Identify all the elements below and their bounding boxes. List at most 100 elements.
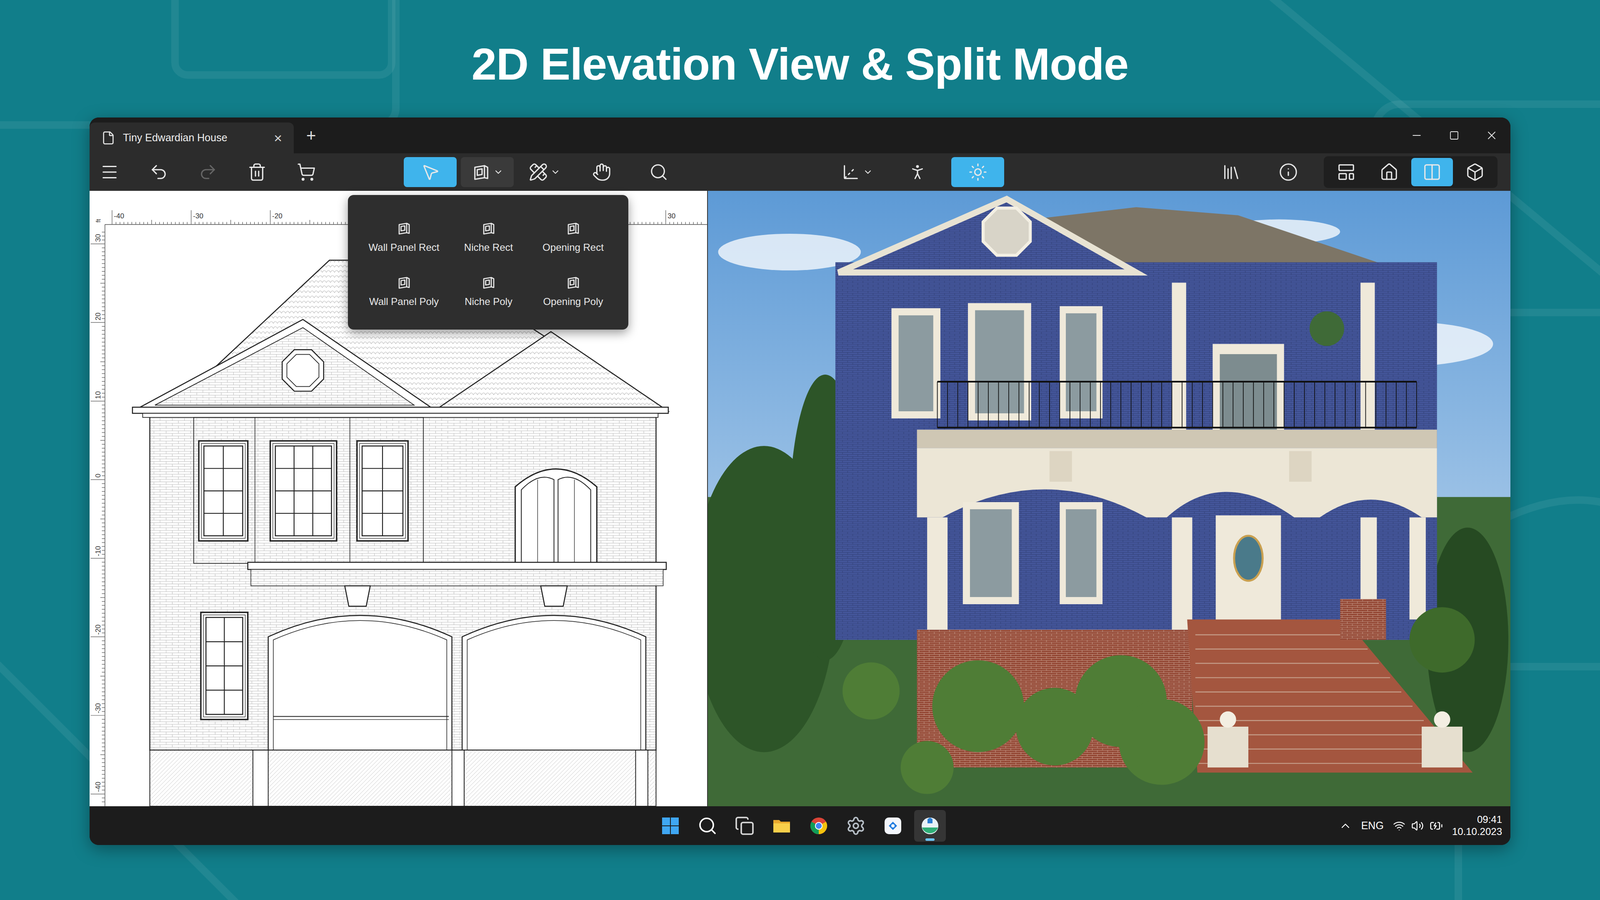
minimize-icon (1410, 129, 1423, 142)
wall-panel-menu-item[interactable]: Opening Poly (530, 265, 616, 320)
elevation-view-icon (1379, 162, 1399, 182)
wall-panel-icon (565, 275, 581, 290)
ruler-label: -20 (272, 211, 283, 220)
page-title-area: 2D Elevation View & Split Mode (0, 0, 1600, 118)
chevron-down-icon (493, 167, 504, 178)
split-view: -40-30-20303020100-10-20-30-40ftWall Pan… (89, 190, 1511, 807)
document-icon (101, 130, 116, 145)
file-explorer-icon (771, 815, 792, 836)
wall-panel-menu-item[interactable]: Niche Rect (446, 210, 531, 265)
delete-icon (247, 162, 267, 182)
select-button[interactable] (403, 157, 457, 188)
clock-time: 09:41 (1477, 813, 1503, 826)
right-tools (1208, 156, 1498, 188)
camera-button[interactable] (830, 157, 884, 188)
wall-panel-menu-item[interactable]: Opening Rect (530, 210, 616, 265)
walkthrough-icon (907, 162, 928, 182)
plan-view-icon (1336, 162, 1356, 182)
wall-panel-icon (481, 220, 497, 236)
plan-view-button[interactable] (1325, 157, 1368, 187)
task-view-taskbar-button[interactable] (728, 810, 761, 842)
taskbar: ENG 09:4110.10.2023 (89, 806, 1511, 845)
clock[interactable]: 09:4110.10.2023 (1452, 813, 1503, 838)
tray-status[interactable] (1392, 819, 1443, 833)
minimize-button[interactable] (1397, 117, 1436, 154)
document-tab[interactable]: Tiny Edwardian House × (89, 122, 294, 154)
zoom-icon (649, 162, 669, 182)
battery-icon (1429, 819, 1443, 833)
foundation-drawing (150, 750, 657, 807)
undo-icon (149, 162, 169, 182)
wall-panel-icon (471, 162, 491, 182)
ruler-label: -30 (192, 211, 204, 220)
clock-date: 10.10.2023 (1452, 825, 1503, 838)
measure-button[interactable] (517, 157, 571, 188)
wall-panel-menu-item[interactable]: Niche Poly (446, 265, 531, 320)
3d-view-icon (1465, 162, 1485, 182)
elevation-view-button[interactable] (1368, 157, 1410, 187)
undo-button[interactable] (138, 157, 179, 188)
3d-view-button[interactable] (1454, 157, 1496, 187)
redo-button[interactable] (187, 157, 228, 188)
ruler-label: 30 (667, 211, 676, 220)
menu-item-label: Niche Rect (464, 240, 513, 255)
store-taskbar-button[interactable] (877, 810, 909, 842)
balcony-drawing (247, 562, 667, 751)
menu-button[interactable] (89, 157, 130, 188)
close-icon (1485, 128, 1499, 143)
language-indicator[interactable]: ENG (1361, 817, 1384, 834)
measure-icon (528, 162, 548, 182)
delete-button[interactable] (237, 157, 278, 188)
edit-tools (89, 157, 327, 188)
window-drawing (198, 440, 248, 541)
settings-taskbar-button[interactable] (840, 810, 872, 842)
store-icon (882, 815, 903, 836)
info-button[interactable] (1265, 157, 1312, 188)
pan-icon (592, 162, 612, 182)
wall-panel-menu-item[interactable]: Wall Panel Rect (361, 210, 447, 265)
walkthrough-button[interactable] (890, 157, 944, 188)
house-elevation (132, 260, 669, 751)
split-view-icon (1422, 162, 1442, 182)
maximize-icon (1449, 130, 1460, 141)
lighting-button[interactable] (951, 157, 1005, 188)
start-icon (660, 815, 681, 836)
wall-panel-menu: Wall Panel Rect Niche Rect Opening Rect Wal… (347, 195, 629, 330)
units-label: ft (95, 219, 102, 223)
3d-render-view[interactable] (707, 190, 1511, 807)
chevron-down-icon (550, 167, 561, 178)
search-taskbar-button[interactable] (691, 810, 724, 842)
home-design-app-taskbar-button[interactable] (914, 810, 946, 842)
panel-tools (1208, 157, 1312, 188)
ruler-label: -40 (113, 211, 125, 220)
menu-item-label: Wall Panel Poly (369, 294, 439, 310)
zoom-button[interactable] (632, 157, 685, 188)
file-explorer-taskbar-button[interactable] (765, 810, 798, 842)
pan-button[interactable] (575, 157, 628, 188)
menu-item-label: Niche Poly (464, 294, 513, 310)
tab-close-button[interactable]: × (273, 130, 283, 145)
split-view-button[interactable] (1411, 157, 1453, 187)
view-mode-switcher (1323, 156, 1498, 188)
settings-icon (845, 815, 866, 836)
start-taskbar-button[interactable] (654, 810, 687, 842)
left-ruler: 3020100-10-20-30-40ft (90, 219, 105, 807)
library-button[interactable] (1208, 157, 1255, 188)
wall-panel-menu-item[interactable]: Wall Panel Poly (361, 265, 447, 320)
wall-panel-button[interactable] (460, 157, 514, 188)
wall-panel-icon (565, 220, 581, 236)
window-drawing (357, 440, 408, 541)
mode-tools (403, 157, 685, 188)
ruler-label: 30 (93, 233, 103, 242)
shop-button[interactable] (286, 157, 327, 188)
tab-label: Tiny Edwardian House (122, 130, 267, 146)
window-drawing (200, 612, 248, 720)
maximize-button[interactable] (1435, 117, 1473, 154)
house-model (835, 199, 1473, 773)
menu-item-label: Opening Poly (542, 294, 603, 310)
chevron-up-icon[interactable] (1338, 819, 1353, 833)
close-button[interactable] (1472, 117, 1511, 154)
new-tab-button[interactable]: + (306, 127, 316, 144)
chrome-taskbar-button[interactable] (802, 810, 835, 842)
chevron-down-icon (862, 167, 873, 178)
